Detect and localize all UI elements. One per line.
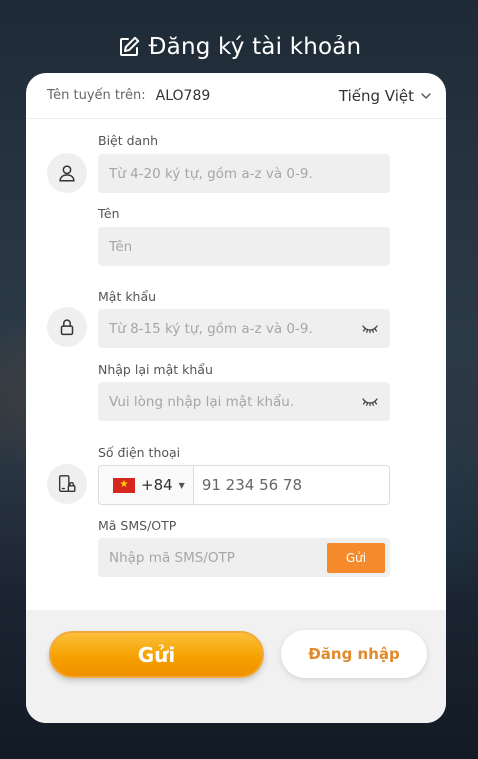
nickname-field-wrap — [98, 154, 390, 193]
login-button[interactable]: Đăng nhập — [281, 630, 427, 678]
confirm-password-field-wrap — [98, 382, 390, 421]
language-selector[interactable]: Tiếng Việt — [339, 87, 432, 105]
name-field-wrap — [98, 227, 390, 266]
lock-icon-badge — [47, 307, 87, 347]
otp-field-wrap: Gửi — [98, 538, 390, 577]
password-input[interactable] — [109, 320, 361, 337]
confirm-password-input[interactable] — [109, 393, 361, 410]
phone-field: ★ +84 ▼ — [98, 465, 396, 505]
name-input[interactable] — [109, 238, 379, 255]
page-title: Đăng ký tài khoản — [0, 34, 478, 60]
phone-lock-icon-badge — [47, 464, 87, 504]
upline-value: ALO789 — [155, 87, 211, 104]
phone-input[interactable] — [193, 476, 396, 494]
submit-button[interactable]: Gửi — [49, 631, 264, 678]
country-code-selector[interactable]: ★ +84 ▼ — [99, 466, 194, 504]
language-label: Tiếng Việt — [338, 86, 414, 105]
register-card: Tên tuyến trên: ALO789 Tiếng Việt Biệt d… — [26, 73, 446, 723]
name-label: Tên — [98, 206, 120, 221]
password-label: Mật khẩu — [98, 289, 157, 304]
otp-input[interactable] — [109, 549, 327, 566]
send-otp-button[interactable]: Gửi — [327, 542, 385, 573]
card-topbar: Tên tuyến trên: ALO789 Tiếng Việt — [26, 73, 446, 119]
chevron-down-icon — [421, 92, 431, 99]
user-icon — [59, 165, 75, 182]
caret-down-icon: ▼ — [178, 480, 185, 490]
edit-icon — [119, 36, 139, 56]
country-code: +84 — [141, 476, 173, 494]
nickname-label: Biệt danh — [98, 133, 159, 148]
eye-closed-icon[interactable] — [361, 324, 379, 334]
otp-label: Mã SMS/OTP — [98, 518, 177, 533]
eye-closed-icon[interactable] — [361, 397, 379, 407]
page-title-text: Đăng ký tài khoản — [148, 34, 362, 60]
phone-lock-icon — [58, 475, 76, 493]
confirm-password-label: Nhập lại mật khẩu — [98, 362, 213, 377]
password-field-wrap — [98, 309, 390, 348]
nickname-input[interactable] — [109, 165, 379, 182]
user-icon-badge — [47, 153, 87, 193]
lock-icon — [60, 319, 74, 336]
phone-label: Số điện thoại — [98, 445, 181, 460]
card-footer: Gửi Đăng nhập — [26, 610, 446, 723]
upline-label: Tên tuyến trên: — [47, 88, 146, 103]
vietnam-flag-icon: ★ — [113, 477, 135, 493]
